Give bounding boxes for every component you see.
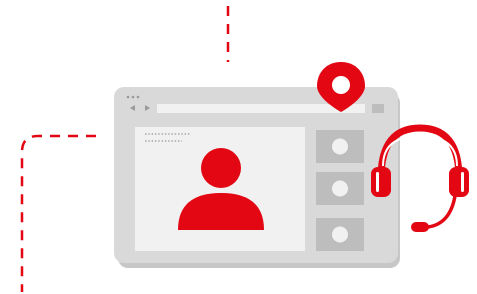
headset-microphone — [411, 222, 429, 232]
headset-left-ear-cup — [371, 167, 391, 197]
headset-right-ear-cup — [449, 167, 469, 197]
window-control-dots — [126, 95, 140, 99]
main-video-panel — [135, 127, 305, 251]
thumbnail-3 — [316, 218, 364, 251]
address-bar-button — [372, 104, 384, 113]
illustration-canvas — [20, 6, 469, 292]
browser-window — [114, 87, 400, 268]
thumbnail-2 — [316, 172, 364, 205]
participant-thumbnails — [316, 130, 364, 251]
video-support-illustration — [0, 0, 477, 294]
left-dashed-line — [20, 134, 96, 292]
headset-microphone-boom — [426, 194, 457, 229]
thumbnail-1 — [316, 130, 364, 163]
